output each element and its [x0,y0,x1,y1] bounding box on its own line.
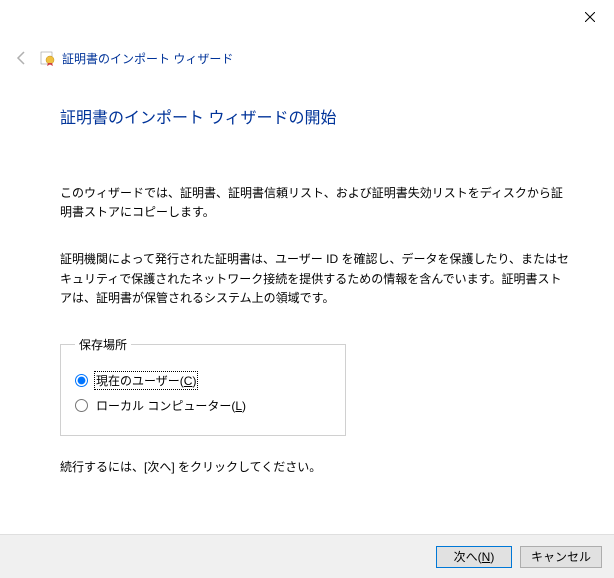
content-area: 証明書のインポート ウィザードの開始 このウィザードでは、証明書、証明書信頼リス… [0,74,614,477]
titlebar [0,0,614,34]
radio-current-user[interactable]: 現在のユーザー(C) [75,371,331,390]
header-row: 証明書のインポート ウィザード [0,34,614,74]
back-arrow-icon [14,50,30,66]
continue-text: 続行するには、[次へ] をクリックしてください。 [60,458,572,477]
storage-legend: 保存場所 [75,336,131,353]
radio-local-computer-label: ローカル コンピューター(L) [94,396,248,415]
radio-local-computer-input[interactable] [75,399,88,412]
radio-current-user-input[interactable] [75,374,88,387]
page-title: 証明書のインポート ウィザードの開始 [60,104,572,128]
storage-location-group: 保存場所 現在のユーザー(C) ローカル コンピューター(L) [60,336,346,436]
next-button[interactable]: 次へ(N) [436,546,512,568]
cancel-button[interactable]: キャンセル [520,546,602,568]
certificate-icon [40,50,56,66]
back-button[interactable] [10,46,34,70]
button-bar: 次へ(N) キャンセル [0,534,614,578]
wizard-title: 証明書のインポート ウィザード [62,50,233,67]
radio-current-user-label: 現在のユーザー(C) [94,371,198,390]
close-button[interactable] [568,2,612,32]
intro-paragraph-2: 証明機関によって発行された証明書は、ユーザー ID を確認し、データを保護したり… [60,250,572,308]
intro-paragraph-1: このウィザードでは、証明書、証明書信頼リスト、および証明書失効リストをディスクか… [60,184,572,222]
radio-local-computer[interactable]: ローカル コンピューター(L) [75,396,331,415]
close-icon [585,12,595,22]
